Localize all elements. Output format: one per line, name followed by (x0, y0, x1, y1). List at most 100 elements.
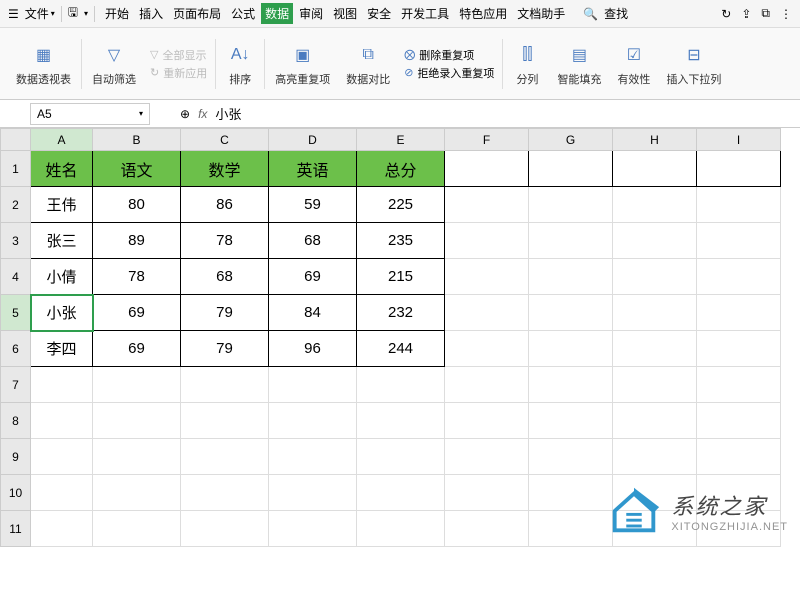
cell[interactable] (445, 151, 529, 187)
tab-dochelper[interactable]: 文档助手 (513, 3, 569, 24)
cell-D6[interactable]: 96 (269, 331, 357, 367)
cell[interactable] (357, 367, 445, 403)
cell[interactable] (613, 187, 697, 223)
tab-pagelayout[interactable]: 页面布局 (169, 3, 225, 24)
tab-formula[interactable]: 公式 (227, 3, 259, 24)
more-icon[interactable]: ⋮ (780, 7, 792, 21)
smart-fill-button[interactable]: ▤ 智能填充 (551, 41, 607, 87)
cell[interactable] (529, 439, 613, 475)
insert-dropdown-button[interactable]: ⊟ 插入下拉列 (660, 41, 727, 87)
cell[interactable] (529, 403, 613, 439)
cell[interactable] (613, 403, 697, 439)
select-all-corner[interactable] (1, 129, 31, 151)
row-header-7[interactable]: 7 (1, 367, 31, 403)
hamburger-icon[interactable]: ☰ (8, 7, 19, 21)
cell[interactable] (529, 475, 613, 511)
cell[interactable] (613, 295, 697, 331)
zoom-icon[interactable]: ⊕ (180, 107, 190, 121)
cell[interactable] (697, 223, 781, 259)
cell[interactable] (93, 475, 181, 511)
window-icon[interactable]: ⧉ (761, 6, 770, 21)
cell-D5[interactable]: 84 (269, 295, 357, 331)
tab-view[interactable]: 视图 (329, 3, 361, 24)
cell[interactable] (269, 403, 357, 439)
cell-B6[interactable]: 69 (93, 331, 181, 367)
cell[interactable] (31, 403, 93, 439)
col-header-E[interactable]: E (357, 129, 445, 151)
col-header-F[interactable]: F (445, 129, 529, 151)
tab-devtools[interactable]: 开发工具 (397, 3, 453, 24)
data-compare-button[interactable]: ⧉ 数据对比 (340, 41, 396, 87)
cell-C6[interactable]: 79 (181, 331, 269, 367)
share-icon[interactable]: ⇪ (741, 7, 751, 21)
cell-D1[interactable]: 英语 (269, 151, 357, 187)
cell[interactable] (31, 475, 93, 511)
search-label[interactable]: 查找 (604, 5, 628, 22)
highlight-dup-button[interactable]: ▣ 高亮重复项 (269, 41, 336, 87)
validation-button[interactable]: ☑ 有效性 (611, 41, 656, 87)
col-header-I[interactable]: I (697, 129, 781, 151)
sort-button[interactable]: A↓ 排序 (220, 41, 260, 87)
formula-input[interactable] (215, 106, 415, 121)
cell-D3[interactable]: 68 (269, 223, 357, 259)
caret-down-icon[interactable]: ▾ (84, 9, 88, 18)
cell-A5[interactable]: 小张 (31, 295, 93, 331)
cell[interactable] (697, 295, 781, 331)
cell-B4[interactable]: 78 (93, 259, 181, 295)
cell-B1[interactable]: 语文 (93, 151, 181, 187)
cell[interactable] (529, 259, 613, 295)
save-icon[interactable]: 🖫 (68, 3, 78, 24)
cell[interactable] (269, 475, 357, 511)
show-all-button[interactable]: ▽ 全部显示 (150, 47, 207, 63)
cell[interactable] (269, 367, 357, 403)
cell[interactable] (93, 511, 181, 547)
cell-E3[interactable]: 235 (357, 223, 445, 259)
cell-E6[interactable]: 244 (357, 331, 445, 367)
fx-icon[interactable]: fx (198, 107, 207, 121)
tab-start[interactable]: 开始 (101, 3, 133, 24)
cell[interactable] (697, 259, 781, 295)
cell-E1[interactable]: 总分 (357, 151, 445, 187)
cell[interactable] (445, 187, 529, 223)
cell-E4[interactable]: 215 (357, 259, 445, 295)
cell[interactable] (445, 295, 529, 331)
cell-D4[interactable]: 69 (269, 259, 357, 295)
cell-E5[interactable]: 232 (357, 295, 445, 331)
cell-D2[interactable]: 59 (269, 187, 357, 223)
cell-C4[interactable]: 68 (181, 259, 269, 295)
cell[interactable] (31, 511, 93, 547)
cell-A3[interactable]: 张三 (31, 223, 93, 259)
cell[interactable] (613, 331, 697, 367)
cell[interactable] (181, 439, 269, 475)
col-header-A[interactable]: A (31, 129, 93, 151)
cell[interactable] (93, 367, 181, 403)
tab-data[interactable]: 数据 (261, 3, 293, 24)
cell[interactable] (445, 403, 529, 439)
cell[interactable] (269, 439, 357, 475)
cell[interactable] (31, 439, 93, 475)
cell[interactable] (445, 259, 529, 295)
cell[interactable] (697, 187, 781, 223)
tab-insert[interactable]: 插入 (135, 3, 167, 24)
remove-dup-button[interactable]: ⨂ 删除重复项 (404, 47, 494, 63)
cell-A6[interactable]: 李四 (31, 331, 93, 367)
cell-A4[interactable]: 小倩 (31, 259, 93, 295)
row-header-1[interactable]: 1 (1, 151, 31, 187)
row-header-11[interactable]: 11 (1, 511, 31, 547)
cell[interactable] (357, 439, 445, 475)
cell[interactable] (613, 223, 697, 259)
cell[interactable] (357, 403, 445, 439)
tab-security[interactable]: 安全 (363, 3, 395, 24)
row-header-2[interactable]: 2 (1, 187, 31, 223)
autofilter-button[interactable]: ▽ 自动筛选 (86, 41, 142, 87)
row-header-8[interactable]: 8 (1, 403, 31, 439)
tab-review[interactable]: 审阅 (295, 3, 327, 24)
col-header-C[interactable]: C (181, 129, 269, 151)
cell[interactable] (445, 331, 529, 367)
cell-A1[interactable]: 姓名 (31, 151, 93, 187)
cell[interactable] (445, 439, 529, 475)
cell[interactable] (181, 403, 269, 439)
cell[interactable] (445, 475, 529, 511)
cell[interactable] (181, 475, 269, 511)
cell[interactable] (357, 475, 445, 511)
